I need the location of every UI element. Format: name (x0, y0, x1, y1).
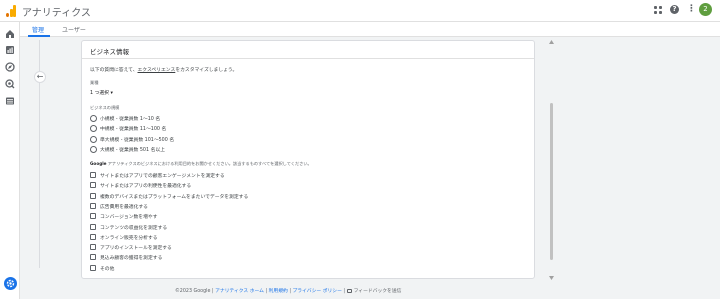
intro-text: 以下の質問に答えて、エクスペリエンスをカスタマイズしましょう。 (90, 68, 238, 73)
size-option-medium[interactable]: 中規模 - 従業員数 11～100 名 (90, 124, 166, 132)
experience-link[interactable]: エクスペリエンス (138, 68, 176, 73)
checkbox[interactable] (90, 254, 96, 260)
card-header: ビジネス情報 (82, 41, 534, 59)
goal-checkbox-item[interactable]: 見込み顧客の獲得を測定する (90, 253, 162, 261)
card-title: ビジネス情報 (90, 48, 129, 56)
back-arrow-icon[interactable]: ← (34, 71, 46, 83)
admin-tabs: 管理 ユーザー (20, 22, 720, 37)
radio-button[interactable] (90, 145, 97, 153)
checkbox[interactable] (90, 203, 96, 209)
footer-feedback[interactable]: フィードバックを送信 (354, 289, 402, 294)
top-app-bar: アナリティクス ? ⋮ 2 (0, 0, 720, 22)
radio-button[interactable] (90, 114, 97, 122)
explore-icon[interactable] (5, 62, 15, 72)
radio-button[interactable] (90, 124, 97, 132)
advertising-icon[interactable] (5, 79, 15, 89)
checkbox[interactable] (90, 193, 96, 199)
goal-checkbox-item[interactable]: サイトまたはアプリでの顧客エンゲージメントを測定する (90, 171, 225, 179)
checkbox[interactable] (90, 265, 96, 271)
active-tab-indicator (28, 35, 50, 37)
goal-checkbox-item[interactable]: コンバージョン数を増やす (90, 212, 157, 220)
scroll-down-arrow-icon[interactable] (549, 276, 554, 280)
feedback-icon[interactable] (346, 288, 352, 293)
footer-link-home[interactable]: アナリティクス ホーム (215, 289, 264, 294)
reports-icon[interactable] (5, 45, 15, 55)
goal-checkbox-item[interactable]: 広告費用を最適化する (90, 202, 148, 210)
size-option-large[interactable]: 準大規模 - 従業員数 101～500 名 (90, 135, 174, 143)
industry-label: 業種 (90, 80, 99, 85)
goal-checkbox-item[interactable]: コンテンツの収益化を測定する (90, 223, 167, 231)
more-vert-icon[interactable]: ⋮ (687, 5, 696, 14)
apps-grid-icon[interactable] (654, 5, 662, 14)
business-info-card: ビジネス情報 以下の質問に答えて、エクスペリエンスをカスタマイズしましょう。 業… (81, 40, 535, 279)
goal-checkbox-item[interactable]: アプリのインストールを測定する (90, 243, 172, 251)
settings-gear-icon[interactable] (4, 277, 17, 290)
tab-admin[interactable]: 管理 (32, 25, 44, 34)
checkbox[interactable] (90, 244, 96, 250)
scrollbar-thumb[interactable] (550, 103, 553, 260)
help-icon[interactable]: ? (670, 5, 679, 14)
goal-intro-text: Google アナリティクスのビジネスにおける利用目的をお聞かせください。該当す… (90, 161, 312, 166)
goal-checkbox-item[interactable]: 複数のデバイスまたはプラットフォームをまたいでデータを測定する (90, 192, 248, 200)
configure-icon[interactable] (5, 96, 15, 106)
avatar[interactable]: 2 (699, 3, 712, 16)
home-icon[interactable] (5, 29, 15, 39)
size-option-enterprise[interactable]: 大規模 - 従業員数 501 名以上 (90, 145, 165, 153)
radio-button[interactable] (90, 135, 97, 143)
footer: ©2023 Google | アナリティクス ホーム | 利用規約 | プライバ… (175, 288, 402, 294)
checkbox[interactable] (90, 182, 96, 188)
goal-checkbox-item[interactable]: サイトまたはアプリの利便性を最適化する (90, 181, 191, 189)
analytics-logo[interactable] (6, 5, 16, 17)
checkbox[interactable] (90, 172, 96, 178)
footer-link-privacy[interactable]: プライバシー ポリシー (293, 289, 342, 294)
size-option-small[interactable]: 小規模 - 従業員数 1～10 名 (90, 114, 160, 122)
checkbox[interactable] (90, 224, 96, 230)
tab-user[interactable]: ユーザー (62, 25, 86, 34)
left-navigation (0, 22, 20, 299)
goal-checkbox-item[interactable]: オンライン販売を分析する (90, 233, 158, 241)
checkbox[interactable] (90, 234, 96, 240)
checkbox[interactable] (90, 213, 96, 219)
app-title: アナリティクス (22, 8, 91, 19)
scroll-up-arrow-icon[interactable] (549, 40, 554, 44)
business-size-label: ビジネスの規模 (90, 105, 120, 110)
footer-link-terms[interactable]: 利用規約 (269, 289, 288, 294)
goal-checkbox-item[interactable]: その他 (90, 264, 114, 272)
industry-select[interactable]: 1 つ選択 ▾ (90, 89, 113, 96)
